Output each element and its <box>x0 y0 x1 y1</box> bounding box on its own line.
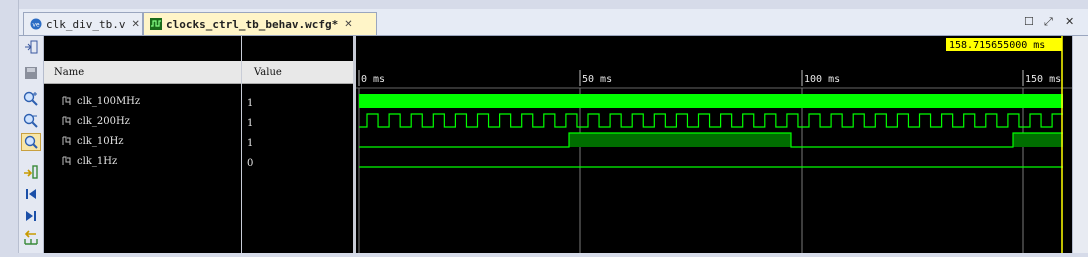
waveform-icon <box>150 18 162 30</box>
close-icon[interactable]: ✕ <box>131 19 139 30</box>
close-window-icon[interactable]: ✕ <box>1065 15 1074 28</box>
signal-icon <box>62 136 71 146</box>
time-tick-label: 0 ms <box>361 74 385 85</box>
signal-name-panel: Name clk_100MHz clk_200Hz clk_10Hz clk_1… <box>44 36 241 253</box>
maximize-icon[interactable]: ⤢ <box>1044 15 1053 29</box>
editor-tab-bar: ve clk_div_tb.v ✕ clocks_ctrl_tb_behav.w… <box>19 9 1088 36</box>
zoom-out-icon[interactable] <box>21 112 41 130</box>
vertical-scrollbar[interactable] <box>1072 36 1088 253</box>
tab-waveform[interactable]: clocks_ctrl_tb_behav.wcfg* ✕ <box>143 12 377 35</box>
signal-icon <box>62 96 71 106</box>
wave-clk-100MHz <box>359 94 1063 108</box>
signal-name: clk_10Hz <box>77 135 124 147</box>
cursor-time-label: 158.715655000 ms <box>949 40 1045 51</box>
name-header-label: Name <box>54 66 85 78</box>
tab-label: clk_div_tb.v <box>46 17 126 31</box>
signal-row[interactable]: clk_1Hz <box>62 152 117 170</box>
signal-value: 1 <box>247 137 254 149</box>
zoom-fit-icon[interactable] <box>21 38 41 56</box>
signal-value: 0 <box>247 157 254 169</box>
wave-clk-10Hz-high <box>569 133 791 147</box>
time-tick-label: 150 ms <box>1025 74 1061 85</box>
close-icon[interactable]: ✕ <box>344 19 352 30</box>
verilog-file-icon: ve <box>30 18 42 30</box>
name-column-header[interactable]: Name <box>44 61 241 84</box>
value-column-header[interactable]: Value <box>242 61 353 84</box>
zoom-full-icon[interactable] <box>21 133 41 151</box>
signal-icon <box>62 116 71 126</box>
tab-label: clocks_ctrl_tb_behav.wcfg* <box>166 17 339 31</box>
signal-name: clk_100MHz <box>77 95 141 107</box>
save-icon[interactable] <box>21 64 41 82</box>
signal-row[interactable]: clk_10Hz <box>62 132 124 150</box>
wave-clk-200Hz <box>359 113 1063 128</box>
signal-name: clk_200Hz <box>77 115 130 127</box>
time-tick-label: 100 ms <box>804 74 840 85</box>
restore-icon[interactable]: ☐ <box>1024 15 1034 28</box>
signal-row[interactable]: clk_200Hz <box>62 112 130 130</box>
add-marker-icon[interactable] <box>21 229 41 247</box>
signal-value: 1 <box>247 117 254 129</box>
svg-text:ve: ve <box>32 22 40 29</box>
time-tick-label: 50 ms <box>582 74 612 85</box>
tab-clk-div-tb[interactable]: ve clk_div_tb.v ✕ <box>23 12 143 35</box>
signal-value-panel: Value 1 1 1 0 <box>242 36 353 253</box>
signal-icon <box>62 156 71 166</box>
grid-lines <box>358 88 1024 253</box>
signal-value: 1 <box>247 97 254 109</box>
left-panel-strip <box>0 0 19 253</box>
zoom-in-icon[interactable] <box>21 90 41 108</box>
value-header-label: Value <box>254 66 282 78</box>
waveform-svg: 0 ms 50 ms 100 ms 150 ms 158.715655000 m… <box>356 36 1072 253</box>
signal-name: clk_1Hz <box>77 155 118 167</box>
wave-clk-10Hz-high <box>1013 133 1063 147</box>
signal-row[interactable]: clk_100MHz <box>62 92 140 110</box>
time-ruler: 0 ms 50 ms 100 ms 150 ms <box>356 70 1072 89</box>
goto-end-icon[interactable] <box>21 207 41 225</box>
goto-cursor-icon[interactable] <box>21 163 41 181</box>
waveform-canvas[interactable]: 0 ms 50 ms 100 ms 150 ms 158.715655000 m… <box>356 36 1072 253</box>
waveform-toolbar <box>19 36 44 253</box>
goto-start-icon[interactable] <box>21 185 41 203</box>
